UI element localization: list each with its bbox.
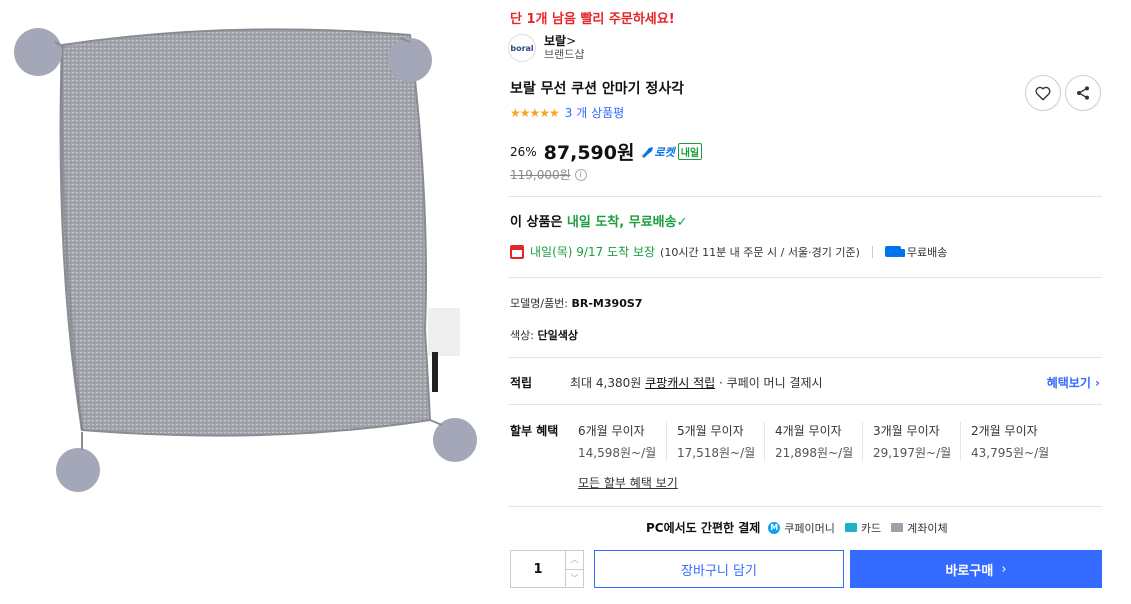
installment-plan-title: 3개월 무이자 [873,424,940,438]
installment-plan-title: 2개월 무이자 [971,424,1038,438]
delivery-detail-row: 내일(목) 9/17 도착 보장 (10시간 11분 내 주문 시 / 서울·경… [510,243,947,260]
info-icon[interactable]: i [574,168,587,181]
reward-text: 최대 4,380원 쿠팡캐시 적립 · 쿠페이 머니 결제시 [570,374,823,391]
coupay-icon: M [768,521,781,534]
installment-plan-title: 6개월 무이자 [578,424,645,438]
separator [871,245,873,258]
product-info-panel: 단 1개 남음 빨리 주문하세요! boral 보랄> 브랜드샵 보랄 무선 쿠… [508,0,1102,604]
payment-title: PC에서도 간편한 결제 [646,521,761,535]
color-value: 단일색상 [537,329,578,342]
quantity-stepper: ︿ ﹀ [510,550,584,588]
installment-label: 할부 혜택 [510,424,559,438]
rocket-delivery-badge: 로켓 내일 [640,143,703,160]
quantity-increase-icon[interactable]: ︿ [566,551,583,570]
delivery-headline-highlight: 내일 도착, 무료배송 [566,215,677,230]
buy-now-label: 바로구매 [945,563,994,579]
stock-urgency-text: 단 1개 남음 빨리 주문하세요! [510,12,675,27]
installment-plan-amount: 43,795원~/월 [971,446,1050,460]
all-installment-link[interactable]: 모든 할부 혜택 보기 [578,474,678,491]
divider [508,357,1102,358]
installment-plan-amount: 14,598원~/월 [578,446,657,460]
buy-now-button[interactable]: 바로구매 › [850,550,1102,588]
brand-shop-link[interactable]: boral 보랄> 브랜드샵 [508,34,584,62]
calendar-icon [510,244,524,259]
card-icon [844,523,857,532]
installment-plans: 6개월 무이자 14,598원~/월 5개월 무이자 17,518원~/월 4개… [568,422,1058,461]
heart-icon [1035,86,1051,101]
original-price-row: 119,000원 i [510,166,587,183]
wishlist-button[interactable] [1025,75,1061,111]
bank-transfer: 계좌이체 [891,520,948,536]
brand-name: 보랄 [544,34,567,48]
tomorrow-badge: 내일 [677,143,703,160]
payment-methods: PC에서도 간편한 결제 M 쿠페이머니 카드 계좌이체 [646,519,958,536]
share-button[interactable] [1065,75,1101,111]
product-image [0,0,500,604]
rocket-icon [641,146,654,158]
brand-logo: boral [508,34,536,62]
checkmark-icon: ✓ [676,215,688,230]
divider [508,277,1102,278]
arrival-condition-note: (10시간 11분 내 주문 시 / 서울·경기 기준) [660,245,860,259]
installment-plan-title: 4개월 무이자 [775,424,842,438]
installment-plan: 4개월 무이자 21,898원~/월 [764,422,862,461]
original-price: 119,000원 [510,168,571,182]
installment-plan: 6개월 무이자 14,598원~/월 [568,422,666,461]
sale-price: 87,590원 [543,142,635,164]
star-rating-icon: ★★★★★ [510,105,560,120]
model-spec: 모델명/품번: BR-M390S7 [510,295,642,311]
review-count-link[interactable]: 3 개 상품평 [565,104,624,121]
chevron-right-icon: › [1001,561,1007,577]
reward-suffix: · 쿠페이 머니 결제시 [715,376,823,390]
installment-plan: 3개월 무이자 29,197원~/월 [862,422,960,461]
card-payment: 카드 [844,520,882,536]
color-label: 색상: [510,329,534,342]
installment-plan: 2개월 무이자 43,795원~/월 [960,422,1058,461]
reward-label: 적립 [510,376,533,390]
discount-rate: 26% [510,144,537,159]
rocket-label: 로켓 [654,145,675,159]
model-label: 모델명/품번: [510,297,569,310]
color-spec: 색상: 단일색상 [510,327,578,343]
brand-shop-label: 브랜드샵 [544,48,585,61]
model-value: BR-M390S7 [571,297,643,310]
price-row: 26% 87,590원 로켓 내일 [510,138,703,165]
arrival-guarantee: 내일(목) 9/17 도착 보장 [530,245,656,259]
free-shipping-label: 무료배송 [906,245,948,259]
installment-plan-amount: 29,197원~/월 [873,446,952,460]
delivery-headline-prefix: 이 상품은 [510,215,567,230]
bank-label: 계좌이체 [907,521,948,535]
view-benefits-link[interactable]: 혜택보기 › [1047,374,1100,391]
quantity-input[interactable] [511,551,565,587]
product-title: 보랄 무선 쿠션 안마기 정사각 [510,81,685,97]
coupay-money: M 쿠페이머니 [768,520,835,536]
reward-prefix: 최대 4,380원 [570,376,646,390]
coupang-cash-link[interactable]: 쿠팡캐시 적립 [645,376,715,390]
share-icon [1077,86,1089,100]
chevron-right-icon: > [566,34,577,48]
quantity-decrease-icon[interactable]: ﹀ [566,570,583,588]
coupay-label: 쿠페이머니 [784,521,835,535]
bank-icon [891,523,904,532]
installment-plan-amount: 21,898원~/월 [775,446,854,460]
truck-icon [884,246,905,257]
installment-plan-amount: 17,518원~/월 [677,446,756,460]
card-label: 카드 [860,521,882,535]
divider [508,196,1102,197]
divider [508,506,1102,507]
rating-row[interactable]: ★★★★★ 3 개 상품평 [510,104,624,121]
installment-plan: 5개월 무이자 17,518원~/월 [666,422,764,461]
divider [508,404,1102,405]
add-to-cart-button[interactable]: 장바구니 담기 [594,550,844,588]
delivery-headline: 이 상품은 내일 도착, 무료배송✓ [510,211,687,230]
installment-plan-title: 5개월 무이자 [677,424,744,438]
